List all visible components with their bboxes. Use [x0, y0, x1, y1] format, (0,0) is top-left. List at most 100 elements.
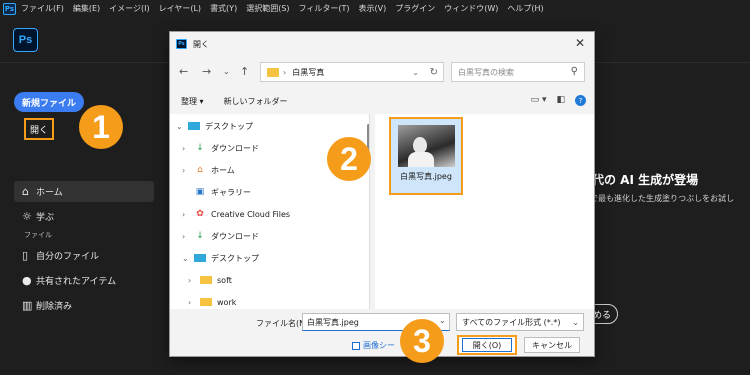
desktop-icon	[188, 122, 200, 130]
dialog-titlebar: Ps 開く ✕	[170, 32, 594, 56]
up-arrow-icon[interactable]: ↑	[240, 65, 249, 78]
sidebar-item-deleted[interactable]: ▥ 削除済み	[14, 295, 154, 316]
tree-item-label: Creative Cloud Files	[211, 209, 291, 219]
tree-item-desktop[interactable]: ⌄ デスクトップ	[182, 248, 259, 268]
new-folder-button[interactable]: 新しいフォルダー	[224, 96, 288, 107]
view-controls: ▭ ▾ ◧ ?	[531, 95, 586, 106]
search-icon: ⚲	[570, 66, 578, 77]
chevron-down-icon[interactable]: ⌄	[176, 122, 188, 131]
menu-layer[interactable]: レイヤー(L)	[159, 3, 201, 14]
sidebar-item-label: 学ぶ	[36, 213, 55, 223]
image-sequence-checkbox[interactable]: 画像シー	[352, 340, 395, 351]
tree-item-label: デスクトップ	[211, 253, 259, 263]
tree-item-desktop[interactable]: ⌄ デスクトップ	[176, 116, 253, 136]
tree-item-downloads[interactable]: › ↓ ダウンロード	[182, 226, 259, 246]
path-box[interactable]: › 白黒写真 ⌄ ↻	[260, 62, 444, 82]
menu-image[interactable]: イメージ(I)	[109, 3, 149, 14]
open-file-button-label: 開く(O)	[462, 338, 512, 352]
tree-item-label: soft	[217, 275, 232, 285]
step-badge-2: 2	[327, 137, 371, 181]
sidebar-item-learn[interactable]: ☼ 学ぶ	[14, 206, 154, 227]
tree-item-label: ホーム	[211, 165, 235, 175]
organize-button[interactable]: 整理 ▾	[181, 96, 204, 107]
tree-item-label: ギャラリー	[211, 187, 251, 197]
tree-item-soft[interactable]: › soft	[188, 270, 232, 290]
promo-subtext: で最も進化した生成塗りつぶしをお試し	[590, 194, 735, 203]
menu-edit[interactable]: 編集(E)	[73, 3, 100, 14]
menu-view[interactable]: 表示(V)	[359, 3, 387, 14]
step-badge-1: 1	[79, 105, 123, 149]
ps-app-icon: Ps	[176, 39, 187, 49]
tree-item-creative-cloud[interactable]: › ✿ Creative Cloud Files	[182, 204, 290, 224]
menu-window[interactable]: ウィンドウ(W)	[444, 3, 498, 14]
sidebar-item-my-files[interactable]: ▯ 自分のファイル	[14, 245, 154, 266]
creative-cloud-icon: ✿	[196, 209, 204, 219]
help-icon[interactable]: ?	[575, 95, 586, 106]
chevron-down-icon[interactable]: ⌄	[412, 68, 419, 77]
tree-item-label: ダウンロード	[211, 143, 259, 153]
menu-select[interactable]: 選択範囲(S)	[246, 3, 289, 14]
sidebar-item-home[interactable]: ⌂ ホーム	[14, 181, 154, 202]
desktop-icon	[194, 254, 206, 262]
chevron-down-icon[interactable]: ⌄	[223, 67, 230, 76]
back-arrow-icon[interactable]: ←	[179, 65, 188, 78]
download-icon: ↓	[196, 143, 204, 153]
lightbulb-icon: ☼	[22, 210, 32, 223]
chevron-down-icon[interactable]: ⌄	[182, 254, 194, 263]
tree-item-label: ダウンロード	[211, 231, 259, 241]
tree-item-work[interactable]: › work	[188, 292, 236, 309]
document-icon: ▯	[22, 249, 29, 262]
file-list: 白黒写真.jpeg	[375, 114, 594, 309]
tree-item-home[interactable]: › ⌂ ホーム	[182, 160, 235, 180]
path-text: 白黒写真	[292, 67, 325, 77]
gallery-icon: ▣	[195, 187, 205, 197]
promo-headline: 代の AI 生成が登場	[592, 173, 699, 187]
photo-thumbnail	[398, 125, 455, 167]
open-dialog: Ps 開く ✕ ← → ⌄ ↑ › 白黒写真 ⌄ ↻ ⚲ 整理 ▾ 新しいフォル…	[169, 31, 595, 357]
home-icon: ⌂	[197, 165, 203, 175]
close-icon[interactable]: ✕	[575, 36, 585, 50]
menu-type[interactable]: 書式(Y)	[210, 3, 237, 14]
checkbox-box[interactable]	[352, 341, 360, 350]
chevron-right-icon[interactable]: ›	[182, 232, 194, 241]
forward-arrow-icon[interactable]: →	[202, 65, 211, 78]
trash-icon: ▥	[22, 299, 33, 312]
search-input[interactable]	[452, 63, 562, 81]
step-badge-3: 3	[400, 319, 444, 363]
chevron-right-icon[interactable]: ›	[182, 144, 194, 153]
users-icon: ●	[22, 274, 32, 287]
address-bar: ← → ⌄ ↑ › 白黒写真 ⌄ ↻ ⚲	[170, 59, 594, 85]
menu-help[interactable]: ヘルプ(H)	[507, 3, 543, 14]
file-item[interactable]: 白黒写真.jpeg	[389, 117, 463, 195]
sidebar-section-files: ファイル	[24, 231, 52, 239]
tree-item-downloads[interactable]: › ↓ ダウンロード	[182, 138, 259, 158]
chevron-down-icon[interactable]: ⌄	[439, 316, 446, 325]
file-type-select[interactable]: すべてのファイル形式 (*.*) ⌄	[456, 313, 584, 331]
home-icon: ⌂	[22, 185, 29, 198]
command-bar: 整理 ▾ 新しいフォルダー ▭ ▾ ◧ ?	[170, 90, 594, 112]
open-file-button[interactable]: 開く(O)	[457, 335, 517, 355]
view-mode-icon[interactable]: ▭ ▾	[531, 95, 547, 106]
preview-pane-icon[interactable]: ◧	[556, 95, 565, 106]
chevron-right-icon[interactable]: ›	[182, 210, 194, 219]
chevron-right-icon[interactable]: ›	[182, 166, 194, 175]
menu-file[interactable]: ファイル(F)	[21, 3, 64, 14]
refresh-icon[interactable]: ↻	[430, 67, 438, 78]
tree-item-label: work	[217, 297, 237, 307]
ps-logo: Ps	[13, 28, 38, 52]
chevron-right-icon[interactable]: ›	[188, 298, 200, 307]
tree-item-gallery[interactable]: ▣ ギャラリー	[194, 182, 251, 202]
folder-icon	[200, 298, 212, 306]
ps-menubar: Ps ファイル(F) 編集(E) イメージ(I) レイヤー(L) 書式(Y) 選…	[0, 0, 750, 17]
download-icon: ↓	[196, 231, 204, 241]
search-box[interactable]: ⚲	[451, 62, 585, 82]
new-file-button[interactable]: 新規ファイル	[14, 92, 84, 112]
menu-filter[interactable]: フィルター(T)	[299, 3, 350, 14]
sidebar-item-shared[interactable]: ● 共有されたアイテム	[14, 270, 154, 291]
open-button[interactable]: 開く	[24, 118, 54, 140]
sidebar-item-label: 共有されたアイテム	[36, 277, 117, 287]
menu-plugins[interactable]: プラグイン	[395, 3, 435, 14]
cancel-button[interactable]: キャンセル	[524, 337, 580, 353]
tree-item-label: デスクトップ	[205, 121, 253, 131]
chevron-right-icon[interactable]: ›	[188, 276, 200, 285]
